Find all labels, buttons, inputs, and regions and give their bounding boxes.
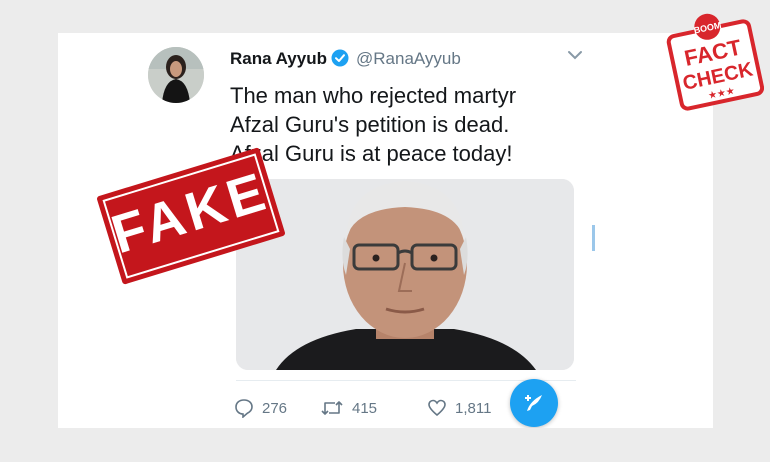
tweet-media-image[interactable]	[236, 179, 574, 370]
tweet-text-line: The man who rejected martyr	[230, 83, 517, 108]
reply-action[interactable]: 276	[234, 397, 287, 419]
retweet-icon	[321, 401, 343, 415]
reply-count: 276	[262, 399, 288, 417]
boom-fact-check-logo: BOOM FACT CHECK ★★★	[666, 13, 764, 111]
retweet-count: 415	[352, 399, 378, 417]
compose-tweet-icon	[525, 395, 542, 411]
display-name[interactable]: Rana Ayyub	[230, 49, 327, 69]
compose-tweet-button[interactable]	[510, 379, 558, 427]
avatar[interactable]	[148, 47, 204, 103]
scrollbar-thumb[interactable]	[592, 225, 595, 251]
user-handle[interactable]: @RanaAyyub	[356, 49, 461, 69]
verified-badge-icon	[331, 49, 349, 67]
tweet-text-line: Afzal Guru is at peace today!	[230, 141, 513, 166]
tweet-text: The man who rejected martyr Afzal Guru's…	[230, 81, 610, 168]
heart-icon	[428, 399, 446, 417]
like-count: 1,811	[455, 399, 492, 417]
chevron-down-icon[interactable]	[566, 49, 584, 61]
reply-icon	[235, 399, 253, 418]
tweet-text-line: Afzal Guru's petition is dead.	[230, 112, 510, 137]
like-action[interactable]: 1,811	[427, 397, 491, 419]
retweet-action[interactable]: 415	[320, 397, 377, 419]
